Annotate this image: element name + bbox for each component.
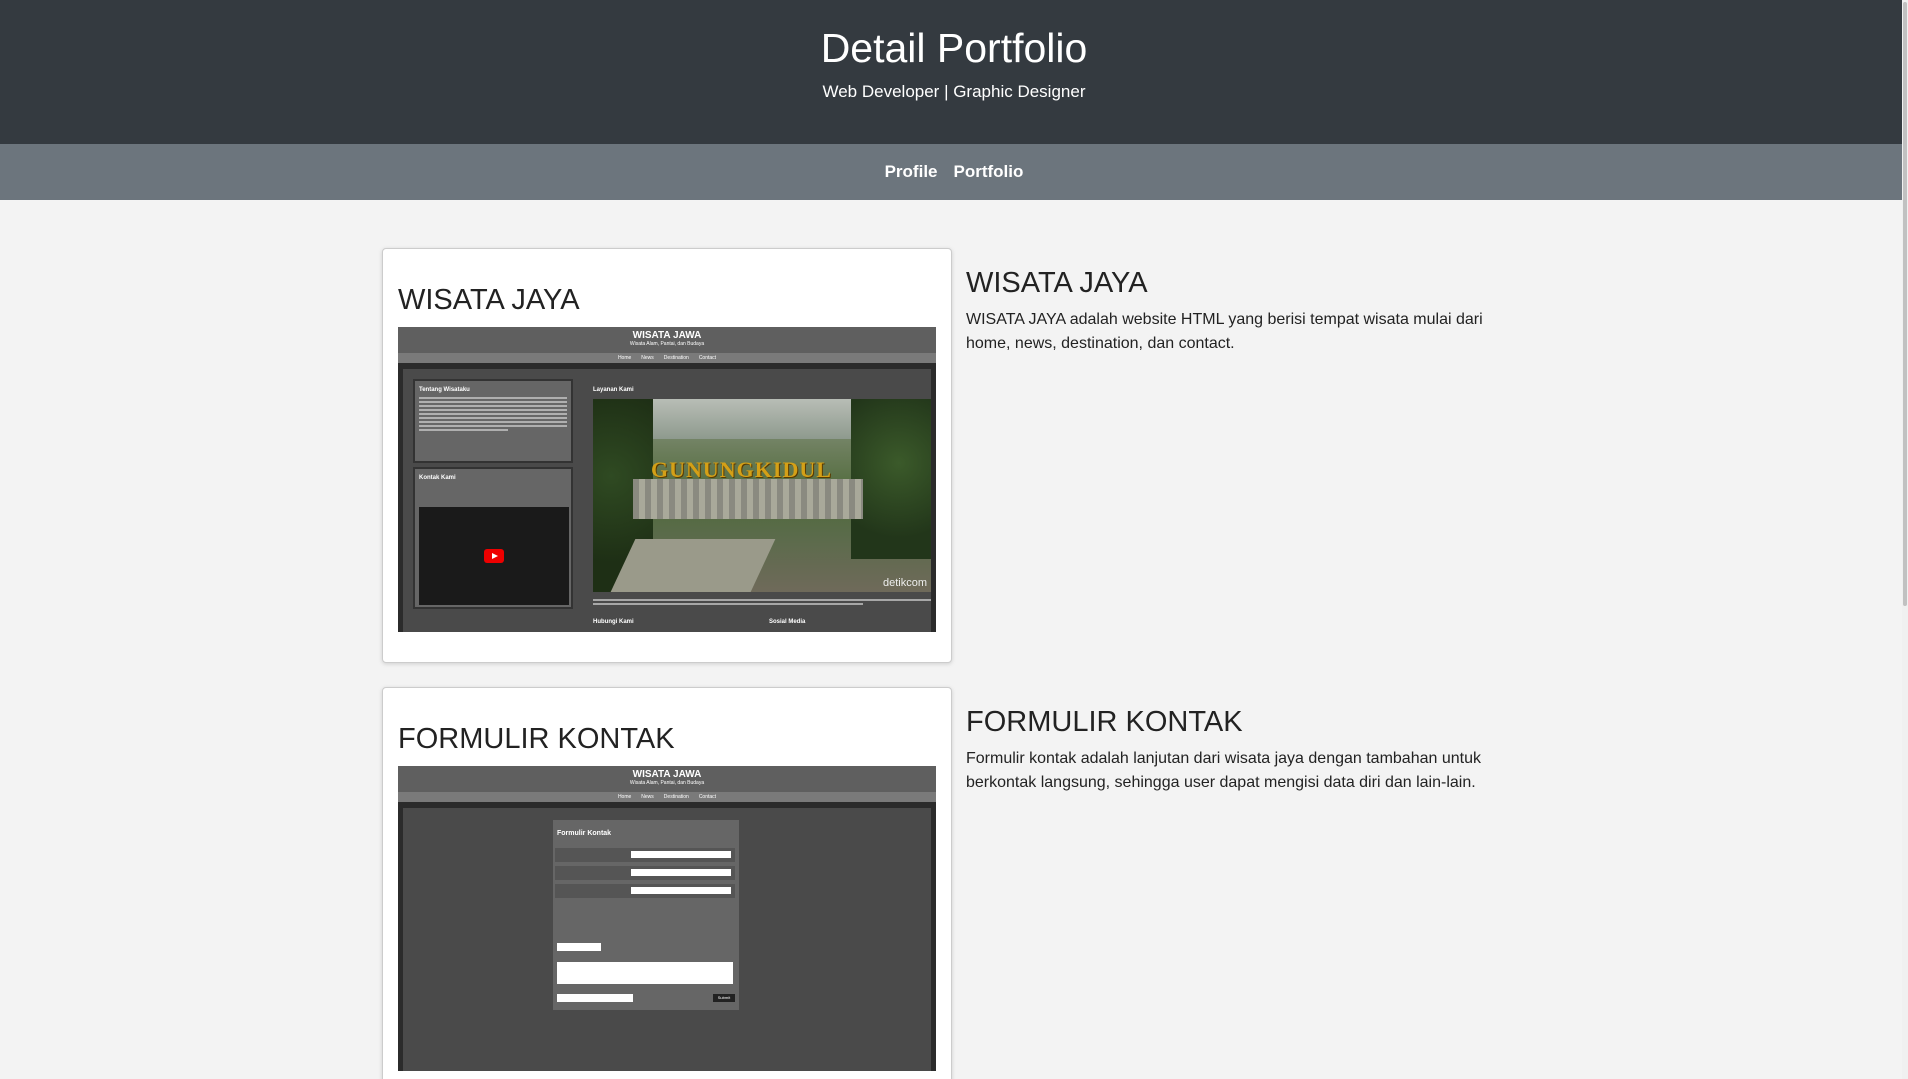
screenshot-nav-item: Contact	[698, 355, 717, 361]
screenshot-nav-item: News	[641, 355, 654, 361]
screenshot-form-textarea	[557, 962, 733, 984]
screenshot-nav-item: News	[641, 794, 654, 800]
screenshot-reach-title: Hubungi Kami	[593, 619, 634, 625]
screenshot-text-lines	[419, 397, 567, 431]
screenshot-form-password	[557, 994, 633, 1002]
screenshot-about-title: Tentang Wisataku	[419, 387, 470, 393]
card-title: FORMULIR KONTAK	[398, 723, 675, 755]
screenshot-site-header: WISATA JAWA Wisata Alam, Pantai, dan Bud…	[398, 766, 936, 792]
screenshot-site-subtitle: Wisata Alam, Pantai, dan Budaya	[629, 780, 705, 786]
screenshot-form-title: Formulir Kontak	[557, 830, 612, 837]
screenshot-form-select	[557, 943, 601, 951]
screenshot-form: Formulir Kontak Submit	[553, 820, 739, 1010]
portfolio-screenshot: WISATA JAWA Wisata Alam, Pantai, dan Bud…	[398, 327, 936, 632]
screenshot-form-row	[555, 866, 735, 880]
screenshot-nav-item: Home	[617, 794, 632, 800]
page-scrollbar[interactable]	[1902, 0, 1908, 1079]
screenshot-video	[419, 507, 569, 605]
screenshot-site-nav: Home News Destination Contact	[398, 792, 936, 802]
screenshot-site-title: WISATA JAWA	[632, 769, 702, 780]
screenshot-site-title: WISATA JAWA	[632, 330, 702, 341]
screenshot-site-nav: Home News Destination Contact	[398, 353, 936, 363]
page-subtitle: Web Developer | Graphic Designer	[822, 82, 1086, 101]
navbar: Profile Portfolio	[0, 144, 1908, 200]
page-title: Detail Portfolio	[820, 25, 1088, 71]
screenshot-form-row	[555, 848, 735, 862]
photo-watermark: detikcom	[882, 577, 927, 589]
screenshot-site-header: WISATA JAWA Wisata Alam, Pantai, dan Bud…	[398, 327, 936, 353]
screenshot-nav-item: Home	[617, 355, 632, 361]
portfolio-title: FORMULIR KONTAK	[966, 706, 1243, 738]
card-title: WISATA JAYA	[398, 284, 580, 316]
screenshot-form-submit: Submit	[713, 994, 735, 1002]
screenshot-nav-item: Destination	[663, 355, 689, 361]
screenshot-form-row	[555, 884, 735, 898]
portfolio-card: FORMULIR KONTAK WISATA JAWA Wisata Alam,…	[382, 687, 952, 1079]
nav-link-profile[interactable]: Profile	[885, 162, 938, 182]
screenshot-photo: GUNUNGKIDUL detikcom	[593, 399, 931, 592]
portfolio-screenshot: WISATA JAWA Wisata Alam, Pantai, dan Bud…	[398, 766, 936, 1071]
screenshot-site-body: Formulir Kontak Submit	[403, 808, 931, 1071]
screenshot-about-box: Tentang Wisataku	[413, 379, 573, 463]
portfolio-description: Formulir kontak adalah lanjutan dari wis…	[966, 750, 1481, 791]
portfolio-info: FORMULIR KONTAK Formulir kontak adalah l…	[966, 705, 1506, 795]
portfolio-card: WISATA JAYA WISATA JAWA Wisata Alam, Pan…	[382, 248, 952, 663]
screenshot-nav-item: Destination	[663, 794, 689, 800]
scrollbar-thumb[interactable]	[1903, 2, 1907, 606]
screenshot-text-lines	[593, 599, 931, 607]
screenshot-site-subtitle: Wisata Alam, Pantai, dan Budaya	[629, 341, 705, 347]
screenshot-social-title: Sosial Media	[769, 619, 806, 625]
nav-link-portfolio[interactable]: Portfolio	[954, 162, 1024, 182]
screenshot-site-body: Tentang Wisataku Kontak Kami Layanan Kam…	[403, 369, 931, 632]
portfolio-info: WISATA JAYA WISATA JAYA adalah website H…	[966, 266, 1506, 356]
youtube-play-icon	[484, 549, 504, 563]
photo-sign-text: GUNUNGKIDUL	[651, 457, 832, 482]
page-header: Detail Portfolio Web Developer | Graphic…	[0, 0, 1908, 144]
portfolio-title: WISATA JAYA	[966, 267, 1148, 299]
screenshot-contact-box: Kontak Kami	[413, 467, 573, 609]
screenshot-contact-title: Kontak Kami	[419, 475, 456, 481]
screenshot-nav-item: Contact	[698, 794, 717, 800]
portfolio-description: WISATA JAYA adalah website HTML yang ber…	[966, 311, 1483, 352]
screenshot-services-title: Layanan Kami	[593, 387, 634, 393]
